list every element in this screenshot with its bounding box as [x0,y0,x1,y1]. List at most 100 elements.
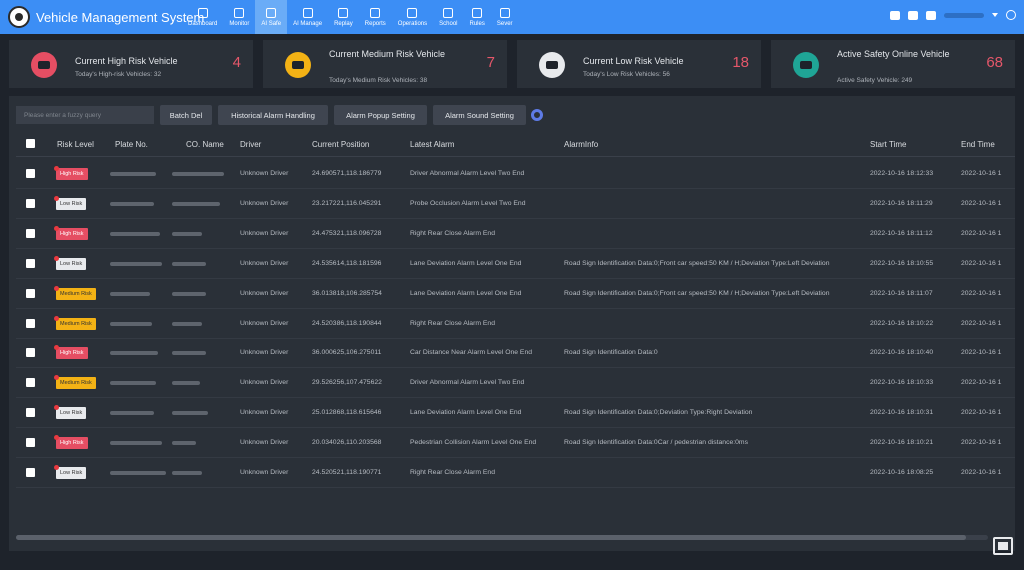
main-nav: Dashboard Monitor AI Safe AI Manage Replay Re… [182,0,519,34]
shield-icon [266,7,277,18]
search-input[interactable] [16,106,154,124]
rules-icon [472,7,483,18]
nav-ai-manage[interactable]: AI Manage [287,0,328,34]
end-time-cell: 2022-10-16 1 [961,469,1002,476]
driver-cell: Unknown Driver [240,349,289,357]
table-row[interactable]: Low Risk Unknown Driver 24.520521,118.1907… [16,458,1015,488]
nav-monitor[interactable]: Monitor [223,0,255,34]
row-checkbox[interactable] [26,318,35,328]
row-checkbox[interactable] [26,198,35,208]
nav-dashboard[interactable]: Dashboard [182,0,223,34]
column-header[interactable]: AlarmInfo [564,140,598,149]
cloud-icon[interactable] [926,10,936,20]
nav-label: AI Safe [261,20,282,27]
plate-redacted [110,441,162,446]
user-name-redacted[interactable] [944,12,984,18]
historical-alarm-button[interactable]: Historical Alarm Handling [218,105,328,125]
alarm-sound-setting-button[interactable]: Alarm Sound Setting [433,105,526,125]
chevron-down-icon[interactable] [992,13,998,17]
nav-school[interactable]: School [433,0,463,34]
fullscreen-icon[interactable] [993,537,1013,555]
start-time-cell: 2022-10-16 18:10:33 [870,379,934,387]
nav-sever[interactable]: Sever [491,0,519,34]
top-right-tools [890,10,1016,20]
column-header[interactable]: Risk Level [57,140,94,149]
column-header[interactable]: Driver [240,140,261,149]
plate-redacted [110,261,162,266]
card-sub-value: 56 [662,71,670,78]
card-sub-label: Today's Low Risk Vehicles: [583,71,661,78]
ai-manage-icon [302,7,313,18]
nav-label: Reports [364,20,386,27]
start-time-cell: 2022-10-16 18:10:55 [870,259,934,267]
row-checkbox[interactable] [26,408,35,418]
nav-reports[interactable]: Reports [359,0,392,34]
car-icon [793,52,819,78]
row-checkbox[interactable] [26,468,35,477]
nav-operations[interactable]: Operations [392,0,433,34]
company-redacted [172,231,202,236]
table-row[interactable]: Low Risk Unknown Driver 25.012868,118.6156… [16,398,1015,429]
row-checkbox[interactable] [26,258,35,268]
risk-badge: High Risk [54,435,88,450]
driver-cell: Unknown Driver [240,259,289,267]
scrollbar-thumb[interactable] [16,535,966,540]
select-all-checkbox[interactable] [26,139,35,148]
table-row[interactable]: High Risk Unknown Driver 24.475321,118.096… [16,219,1015,249]
row-checkbox[interactable] [26,348,35,358]
power-icon[interactable] [1006,10,1016,20]
row-checkbox[interactable] [26,378,35,388]
column-header[interactable]: End Time [961,140,995,149]
nav-rules[interactable]: Rules [464,0,491,34]
card-title: Current High Risk Vehicle [75,56,178,66]
column-header[interactable]: Start Time [870,140,906,149]
shirt-icon[interactable] [890,10,900,20]
row-checkbox[interactable] [26,438,35,448]
table-row[interactable]: Medium Risk Unknown Driver 36.013818,106.2… [16,279,1015,309]
gear-icon[interactable] [531,109,543,121]
end-time-cell: 2022-10-16 1 [961,229,1002,237]
alarm-popup-setting-button[interactable]: Alarm Popup Setting [334,105,427,125]
plate-redacted [110,201,154,206]
table-row[interactable]: High Risk Unknown Driver 36.000625,106.275… [16,338,1015,369]
table-row[interactable]: Medium Risk Unknown Driver 24.520386,118.1… [16,309,1015,339]
table-row[interactable]: High Risk Unknown Driver 24.690571,118.186… [16,159,1015,189]
top-bar: Vehicle Management System Dashboard Monit… [0,0,1024,34]
end-time-cell: 2022-10-16 1 [961,349,1002,357]
table-row[interactable]: Low Risk Unknown Driver 23.217221,116.0452… [16,189,1015,219]
risk-badge: High Risk [54,345,88,360]
alarm-info-cell: Road Sign Identification Data:0Car / ped… [564,439,748,447]
row-checkbox[interactable] [26,228,35,238]
start-time-cell: 2022-10-16 18:08:25 [870,469,934,476]
card-sub-label: Active Safety Vehicle: [837,77,900,84]
mail-icon[interactable] [908,10,918,20]
card-sub-label: Today's Medium Risk Vehicles: [329,77,419,84]
column-header[interactable]: Current Position [312,140,369,149]
nav-ai-safe[interactable]: AI Safe [255,0,288,34]
position-cell: 24.690571,118.186779 [312,170,382,177]
card-title: Current Low Risk Vehicle [583,56,684,66]
company-redacted [172,381,200,386]
server-icon [499,7,510,18]
table-row[interactable]: Low Risk Unknown Driver 24.535614,118.1815… [16,249,1015,279]
start-time-cell: 2022-10-16 18:11:29 [870,199,933,207]
table-row[interactable]: High Risk Unknown Driver 20.034026,110.203… [16,428,1015,459]
table-row[interactable]: Medium Risk Unknown Driver 29.526256,107.4… [16,368,1015,399]
nav-label: Sever [496,20,513,27]
row-checkbox[interactable] [26,169,35,178]
column-header[interactable]: Plate No. [115,140,148,149]
batch-del-button[interactable]: Batch Del [160,105,212,125]
card-sub: Today's Low Risk Vehicles: 56 [583,71,670,78]
car-icon [539,52,565,78]
plate-redacted [110,351,158,356]
column-header[interactable]: CO. Name [186,140,224,149]
row-checkbox[interactable] [26,288,35,298]
app-title: Vehicle Management System [36,10,205,25]
risk-badge: Low Risk [53,195,87,210]
latest-alarm-cell: Probe Occlusion Alarm Level Two End [410,199,526,207]
column-header[interactable]: Latest Alarm [410,140,454,149]
latest-alarm-cell: Lane Deviation Alarm Level One End [410,409,522,417]
position-cell: 20.034026,110.203568 [312,439,382,447]
nav-replay[interactable]: Replay [328,0,359,34]
card-sub-value: 38 [419,77,428,84]
